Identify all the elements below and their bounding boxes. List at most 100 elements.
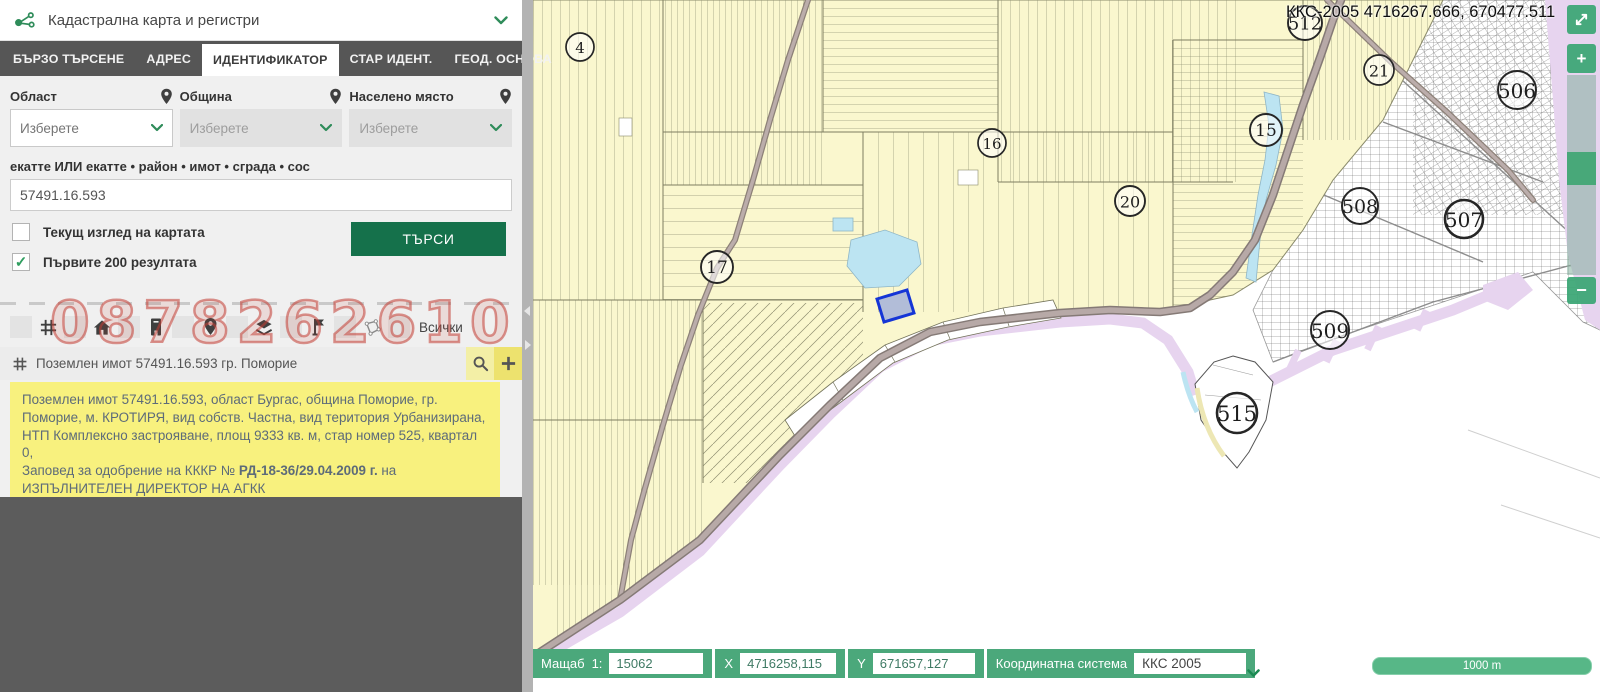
search-button[interactable]: ТЪРСИ xyxy=(351,222,506,256)
chevron-down-icon xyxy=(151,124,163,132)
zone-marker-label: 515 xyxy=(1217,402,1257,426)
result-line1: Поземлен имот 57491.16.593, област Бурга… xyxy=(22,392,485,460)
crs-select[interactable]: ККС 2005 xyxy=(1134,653,1246,674)
zoom-slider-handle[interactable] xyxy=(1567,152,1596,185)
plus-icon xyxy=(500,355,517,372)
chevron-down-icon xyxy=(320,124,332,132)
first200-checkbox[interactable]: ✓ xyxy=(12,253,30,271)
chevron-down-icon xyxy=(490,124,502,132)
add-result-button[interactable] xyxy=(494,347,522,380)
app-window: Кадастрална карта и регистри БЪРЗО ТЪРСЕ… xyxy=(0,0,1600,692)
flag-icon xyxy=(306,316,330,338)
all-layers-label: Всички xyxy=(419,320,463,335)
zoom-in-button[interactable]: + xyxy=(1567,44,1596,73)
zone-marker-label: 15 xyxy=(1255,121,1277,141)
collapse-right-icon xyxy=(525,340,531,350)
grid-icon xyxy=(12,356,28,372)
zoom-to-result-button[interactable] xyxy=(466,347,494,380)
flag-layer-checkbox[interactable] xyxy=(280,316,302,338)
layers-layer-checkbox[interactable] xyxy=(226,316,248,338)
naseleno-select[interactable]: Изберете xyxy=(349,109,512,147)
x-coordinate-section: X xyxy=(715,649,845,678)
y-label: Y xyxy=(857,656,866,671)
crs-select-value: ККС 2005 xyxy=(1142,656,1201,671)
crs-section: Координатна система ККС 2005 xyxy=(987,649,1255,678)
result-order-number: РД-18-36/29.04.2009 г. xyxy=(239,463,378,478)
oblast-label: Област xyxy=(10,89,57,104)
x-label: X xyxy=(724,656,733,671)
zone-marker-label: 20 xyxy=(1120,193,1140,212)
building-icon xyxy=(144,316,168,338)
map-scale-bar: 1000 m xyxy=(1372,657,1592,675)
cadastral-map: 41617201521512506508507509515 xyxy=(533,0,1600,692)
result-title: Поземлен имот 57491.16.593 гр. Поморие xyxy=(36,356,466,371)
tab-old-ident[interactable]: СТАР ИДЕНТ. xyxy=(339,41,444,76)
zone-marker-label: 507 xyxy=(1445,208,1483,232)
zoom-slider-track[interactable] xyxy=(1567,75,1596,275)
oblast-select-value: Изберете xyxy=(20,121,79,136)
zone-marker-label: 509 xyxy=(1311,319,1349,343)
zone-marker-label: 21 xyxy=(1369,62,1389,81)
scale-bar-label: 1000 m xyxy=(1463,660,1501,672)
obshtina-select[interactable]: Изберете xyxy=(180,109,343,147)
scale-label: Мащаб xyxy=(541,656,585,671)
pin-layer-checkbox[interactable] xyxy=(172,316,194,338)
layer-filter-bar: Всички xyxy=(0,305,522,347)
scale-section: Мащаб 1: xyxy=(533,649,712,678)
map-pin-icon xyxy=(160,88,173,105)
home-icon xyxy=(90,316,114,338)
search-panel: Област Изберете Община xyxy=(0,76,522,543)
zone-marker-label: 17 xyxy=(706,258,728,278)
home-layer-checkbox[interactable] xyxy=(64,316,86,338)
branch-icon xyxy=(14,10,36,30)
x-coordinate-input[interactable] xyxy=(740,653,836,674)
first200-label: Първите 200 резултата xyxy=(43,255,197,270)
grid-layer-checkbox[interactable] xyxy=(10,316,32,338)
header-chevron-down-icon[interactable] xyxy=(494,16,508,25)
oblast-select[interactable]: Изберете xyxy=(10,109,173,147)
scale-ratio: 1: xyxy=(592,656,603,671)
field-oblast: Област Изберете xyxy=(10,83,173,147)
naseleno-select-value: Изберете xyxy=(359,121,418,136)
pin-icon xyxy=(198,316,222,338)
map-status-bar: Мащаб 1: X Y Координатна система ККС 200… xyxy=(533,649,1255,678)
tab-quick-search[interactable]: БЪРЗО ТЪРСЕНЕ xyxy=(2,41,135,76)
magnifier-icon xyxy=(472,355,489,372)
identifier-input[interactable] xyxy=(10,179,512,211)
naseleno-label: Населено място xyxy=(349,89,453,104)
zoom-out-button[interactable]: − xyxy=(1567,277,1596,304)
zone-marker-label: 508 xyxy=(1342,196,1378,218)
check-area: Текущ изглед на картата ✓ Първите 200 ре… xyxy=(0,219,522,289)
field-naseleno-myasto: Населено място Изберете xyxy=(349,83,512,147)
map-canvas[interactable]: 41617201521512506508507509515 ККС-2005 4… xyxy=(533,0,1600,692)
sidebar: Кадастрална карта и регистри БЪРЗО ТЪРСЕ… xyxy=(0,0,522,692)
app-header: Кадастрална карта и регистри xyxy=(0,0,522,41)
zone-marker-label: 16 xyxy=(982,135,1001,153)
grid-icon xyxy=(36,316,60,338)
polygon-icon xyxy=(360,316,384,338)
y-coordinate-input[interactable] xyxy=(873,653,975,674)
region-fields: Област Изберете Община xyxy=(0,76,522,147)
zone-marker-label: 506 xyxy=(1498,79,1536,103)
ekatte-label: екатте ИЛИ екатте • район • имот • сград… xyxy=(10,159,512,174)
tab-address[interactable]: АДРЕС xyxy=(135,41,202,76)
all-layers-checkbox[interactable] xyxy=(388,316,410,338)
result-line2-prefix: Заповед за одобрение на КККР № xyxy=(22,463,239,478)
current-view-label: Текущ изглед на картата xyxy=(43,225,205,240)
fullscreen-button[interactable] xyxy=(1567,5,1596,34)
current-view-checkbox[interactable] xyxy=(12,223,30,241)
map-pin-icon xyxy=(329,88,342,105)
obshtina-select-value: Изберете xyxy=(190,121,249,136)
tab-identifier[interactable]: ИДЕНТИФИКАТОР xyxy=(202,44,339,76)
zone-marker-label: 4 xyxy=(575,39,585,57)
polygon-layer-checkbox[interactable] xyxy=(334,316,356,338)
tab-bar: БЪРЗО ТЪРСЕНЕ АДРЕС ИДЕНТИФИКАТОР СТАР И… xyxy=(0,41,522,76)
chevron-down-icon xyxy=(1247,666,1260,681)
result-row[interactable]: Поземлен имот 57491.16.593 гр. Поморие xyxy=(0,347,522,380)
building-layer-checkbox[interactable] xyxy=(118,316,140,338)
obshtina-label: Община xyxy=(180,89,232,104)
tab-geodetic-basis[interactable]: ГЕОД. ОСНОВА xyxy=(443,41,562,76)
scale-input[interactable] xyxy=(609,653,703,674)
sidebar-collapse-handle[interactable] xyxy=(522,0,533,692)
layers-icon xyxy=(252,316,276,338)
